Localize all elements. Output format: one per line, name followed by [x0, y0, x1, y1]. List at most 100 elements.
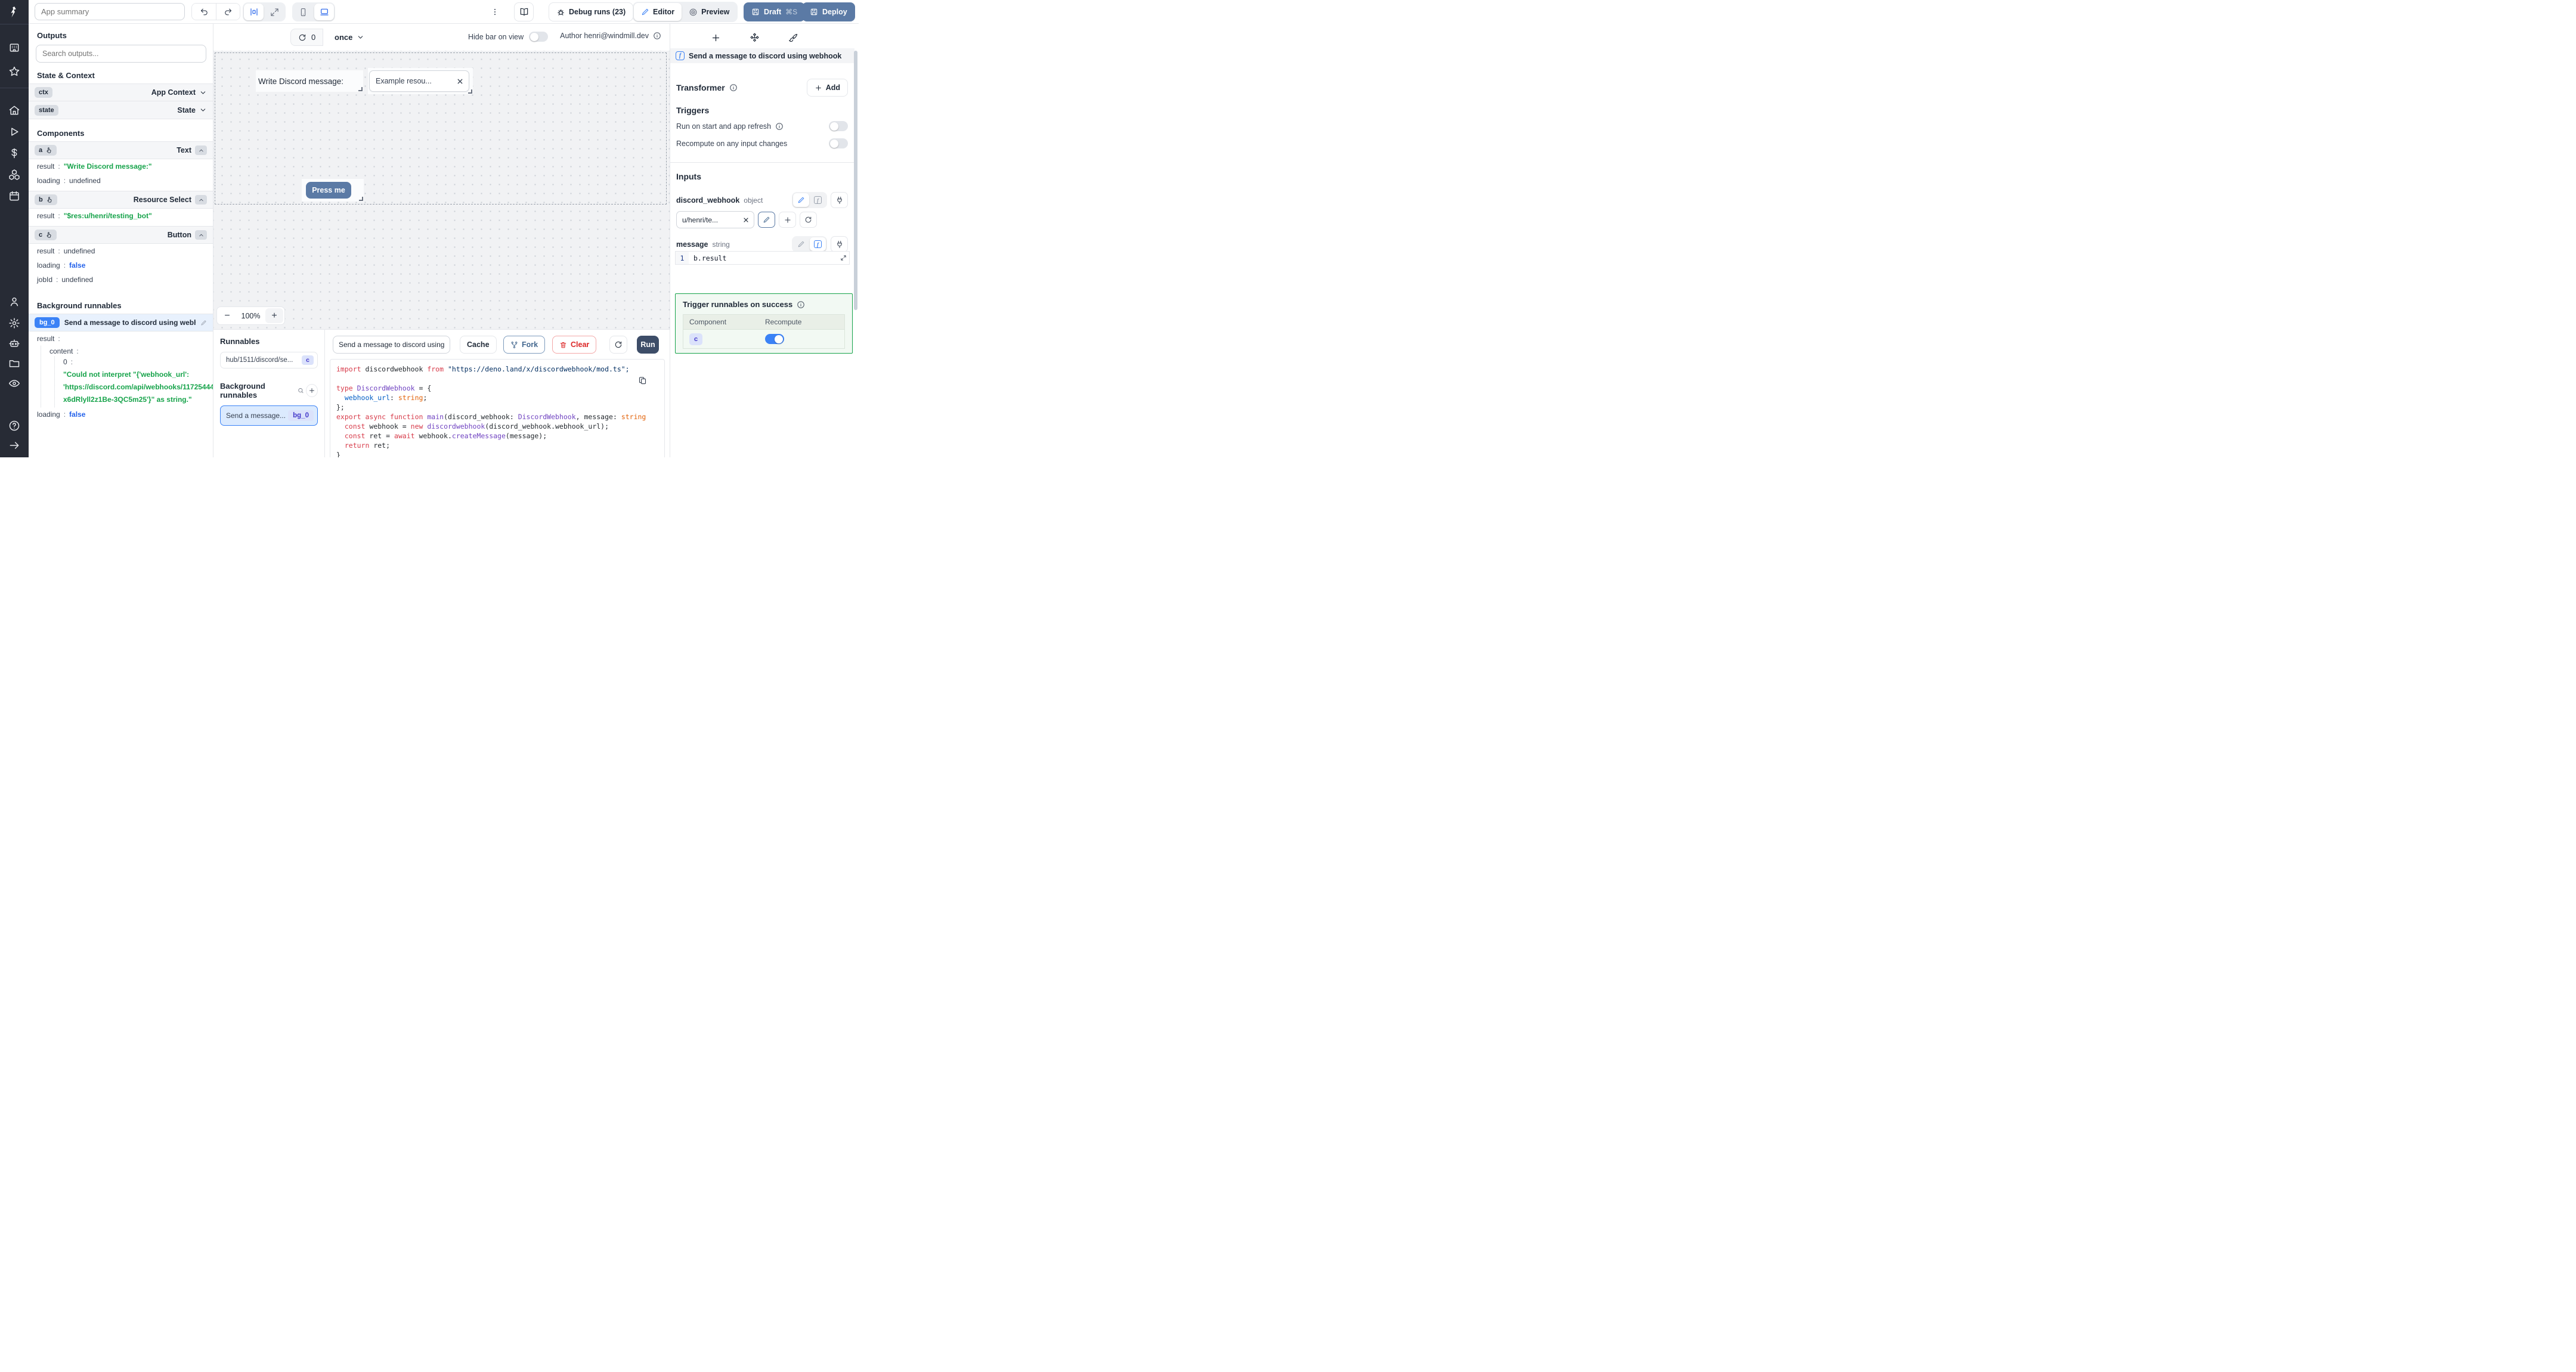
bg-runnable-row[interactable]: bg_0 Send a message to discord using web…	[29, 314, 213, 332]
settings-icon[interactable]	[8, 317, 20, 329]
favorites-icon[interactable]	[8, 66, 20, 78]
text-component[interactable]: Write Discord message:	[256, 70, 363, 92]
collapse-rail-icon[interactable]	[8, 439, 20, 451]
context-row-ctx[interactable]: ctx App Context	[29, 83, 213, 101]
chevron-down-icon[interactable]	[199, 89, 207, 97]
zoom-in-button[interactable]: +	[265, 308, 283, 323]
collapse-icon[interactable]	[195, 230, 207, 240]
message-expression-editor[interactable]: 1 b.result	[675, 251, 850, 265]
recompute-inputs-label: Recompute on any input changes	[676, 139, 788, 148]
edit-resource-pencil-button[interactable]	[758, 212, 775, 228]
tab-component-settings-icon[interactable]	[747, 30, 762, 45]
help-icon[interactable]	[8, 420, 20, 432]
add-transformer-button[interactable]: Add	[806, 79, 848, 97]
tab-editor[interactable]: Editor	[634, 3, 682, 21]
edit-pencil-icon[interactable]	[200, 320, 207, 326]
button-component[interactable]: Press me	[302, 179, 364, 202]
expand-editor-icon[interactable]	[837, 252, 849, 264]
chevron-down-icon[interactable]	[199, 106, 207, 114]
recompute-c-toggle[interactable]	[765, 334, 784, 344]
connect-plug-icon[interactable]	[831, 192, 848, 208]
search-icon[interactable]	[298, 387, 304, 394]
connect-plug-icon[interactable]	[831, 236, 848, 252]
app-canvas[interactable]: Write Discord message: Example resou... …	[213, 51, 670, 329]
deploy-button[interactable]: Deploy	[802, 2, 855, 21]
component-row-c[interactable]: c Button	[29, 226, 213, 244]
run-on-start-toggle[interactable]	[829, 121, 848, 131]
clear-x-icon[interactable]	[451, 78, 469, 85]
tab-preview[interactable]: Preview	[682, 3, 736, 21]
zoom-out-button[interactable]: −	[218, 308, 236, 323]
resource-select-component[interactable]: Example resou...	[368, 68, 473, 94]
users-icon[interactable]	[8, 296, 20, 308]
press-me-button[interactable]: Press me	[306, 182, 351, 199]
context-row-state[interactable]: state State	[29, 101, 213, 119]
info-icon[interactable]	[653, 32, 661, 40]
tab-insert-plus-icon[interactable]	[708, 30, 723, 45]
cache-button[interactable]: Cache	[460, 336, 497, 354]
refresh-count-button[interactable]: 0	[290, 29, 324, 46]
collapse-icon[interactable]	[195, 145, 207, 155]
audit-logs-icon[interactable]	[8, 377, 20, 389]
bg-runnable-item-selected[interactable]: Send a message... bg_0	[220, 405, 318, 426]
copy-code-icon[interactable]	[638, 376, 647, 385]
info-icon[interactable]	[775, 122, 784, 131]
recompute-inputs-toggle[interactable]	[829, 138, 848, 148]
eval-fx-icon[interactable]: f	[810, 237, 826, 251]
create-resource-plus-button[interactable]	[779, 212, 796, 228]
folders-icon[interactable]	[8, 357, 20, 369]
eval-fx-icon[interactable]: f	[810, 193, 826, 207]
runnable-item[interactable]: hub/1511/discord/se... c	[220, 352, 318, 368]
code-editor[interactable]: import discordwebhook from "https://deno…	[330, 359, 665, 457]
resource-select-box[interactable]: Example resou...	[369, 70, 469, 92]
resize-handle[interactable]	[359, 197, 363, 201]
static-pencil-icon[interactable]	[793, 237, 809, 251]
component-row-b[interactable]: b Resource Select	[29, 191, 213, 209]
resize-handle[interactable]	[468, 89, 472, 94]
static-pencil-icon[interactable]	[793, 193, 809, 207]
desktop-view-icon[interactable]	[314, 4, 334, 20]
fullscreen-layout-icon[interactable]	[265, 4, 284, 20]
run-button[interactable]: Run	[637, 336, 659, 354]
bg0-badge: bg_0	[35, 317, 60, 328]
scrollbar[interactable]	[854, 51, 857, 310]
variables-icon[interactable]	[8, 147, 20, 159]
resource-picker[interactable]: u/henri/te...	[676, 211, 754, 228]
resources-icon[interactable]	[8, 169, 20, 181]
tab-styling-brush-icon[interactable]	[785, 30, 801, 45]
home-icon[interactable]	[8, 104, 20, 116]
schedules-icon[interactable]	[8, 190, 20, 202]
clear-button[interactable]: Clear	[552, 336, 597, 354]
info-icon[interactable]	[797, 301, 805, 309]
app-summary-input[interactable]	[35, 3, 185, 20]
script-name-input[interactable]	[333, 336, 450, 354]
rerun-icon-button[interactable]	[609, 336, 627, 354]
resize-handle[interactable]	[358, 87, 363, 91]
info-icon[interactable]	[729, 83, 738, 92]
workers-icon[interactable]	[8, 337, 20, 349]
centered-layout-icon[interactable]	[244, 4, 264, 20]
component-row-a[interactable]: a Text	[29, 141, 213, 159]
search-outputs-input[interactable]	[36, 45, 206, 63]
fork-button[interactable]: Fork	[503, 336, 546, 354]
text-component-value: Write Discord message:	[258, 76, 344, 86]
debug-runs-button[interactable]: Debug runs (23)	[549, 2, 634, 21]
docs-book-icon[interactable]	[514, 2, 534, 21]
clear-x-icon[interactable]	[738, 216, 754, 224]
schedule-dropdown[interactable]: once	[329, 29, 370, 46]
kv-key: result	[37, 212, 55, 220]
add-bg-runnable-button[interactable]	[306, 384, 318, 397]
error-result-text: "Could not interpret "{'webhook_url': 'h…	[63, 370, 213, 404]
windmill-logo-icon[interactable]	[0, 0, 29, 24]
canvas-width-toggle	[243, 2, 286, 21]
redo-button[interactable]	[216, 4, 240, 20]
workspace-icon[interactable]	[8, 42, 20, 54]
hide-bar-toggle[interactable]	[529, 32, 549, 42]
draft-button[interactable]: Draft ⌘S	[744, 2, 806, 21]
runs-icon[interactable]	[8, 126, 20, 138]
collapse-icon[interactable]	[195, 195, 207, 205]
refresh-resources-button[interactable]	[800, 212, 817, 228]
mobile-view-icon[interactable]	[293, 4, 313, 20]
more-menu-icon[interactable]	[489, 5, 501, 19]
undo-button[interactable]	[192, 4, 216, 20]
